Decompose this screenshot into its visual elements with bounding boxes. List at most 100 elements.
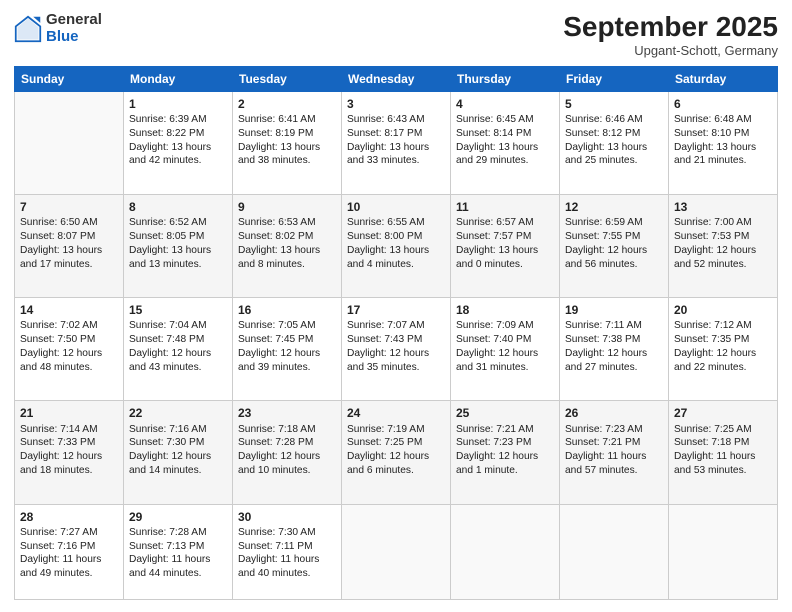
day-number: 6 [674,96,772,112]
cell-line: Daylight: 12 hours [347,347,445,361]
cell-line: Daylight: 12 hours [129,450,227,464]
cell-line: Daylight: 12 hours [238,450,336,464]
cell-line: and 13 minutes. [129,258,227,272]
header-row: Sunday Monday Tuesday Wednesday Thursday… [15,66,778,91]
cell-line: Sunrise: 7:02 AM [20,319,118,333]
cell-line: Daylight: 11 hours [238,553,336,567]
cell-line: Sunrise: 6:43 AM [347,113,445,127]
calendar-cell: 9Sunrise: 6:53 AMSunset: 8:02 PMDaylight… [233,195,342,298]
cell-line: Sunrise: 7:25 AM [674,423,772,437]
cell-line: Sunset: 8:17 PM [347,127,445,141]
cell-line: Sunrise: 7:05 AM [238,319,336,333]
cell-line: and 18 minutes. [20,464,118,478]
cell-line: and 49 minutes. [20,567,118,581]
calendar-cell: 22Sunrise: 7:16 AMSunset: 7:30 PMDayligh… [124,401,233,504]
day-number: 18 [456,302,554,318]
cell-line: and 39 minutes. [238,361,336,375]
col-sunday: Sunday [15,66,124,91]
logo-general: General [46,11,102,28]
cell-line: Sunrise: 6:39 AM [129,113,227,127]
cell-line: Sunrise: 6:45 AM [456,113,554,127]
cell-line: Sunrise: 7:14 AM [20,423,118,437]
col-monday: Monday [124,66,233,91]
day-number: 3 [347,96,445,112]
cell-line: Daylight: 13 hours [129,244,227,258]
cell-line: Sunrise: 7:07 AM [347,319,445,333]
cell-line: Daylight: 11 hours [565,450,663,464]
cell-line: Sunset: 8:07 PM [20,230,118,244]
cell-line: Daylight: 12 hours [674,244,772,258]
cell-line: Sunrise: 6:46 AM [565,113,663,127]
cell-line: and 56 minutes. [565,258,663,272]
calendar-cell: 8Sunrise: 6:52 AMSunset: 8:05 PMDaylight… [124,195,233,298]
cell-line: Sunrise: 7:28 AM [129,526,227,540]
calendar-cell: 24Sunrise: 7:19 AMSunset: 7:25 PMDayligh… [342,401,451,504]
cell-line: Daylight: 13 hours [456,141,554,155]
day-number: 2 [238,96,336,112]
cell-line: Daylight: 11 hours [20,553,118,567]
week-row-3: 14Sunrise: 7:02 AMSunset: 7:50 PMDayligh… [15,298,778,401]
cell-line: Sunset: 7:13 PM [129,540,227,554]
day-number: 26 [565,405,663,421]
day-number: 9 [238,199,336,215]
cell-line: Daylight: 13 hours [238,141,336,155]
cell-line: and 4 minutes. [347,258,445,272]
cell-line: Daylight: 12 hours [20,450,118,464]
week-row-2: 7Sunrise: 6:50 AMSunset: 8:07 PMDaylight… [15,195,778,298]
calendar-cell: 2Sunrise: 6:41 AMSunset: 8:19 PMDaylight… [233,91,342,194]
cell-line: and 8 minutes. [238,258,336,272]
day-number: 30 [238,509,336,525]
day-number: 21 [20,405,118,421]
day-number: 20 [674,302,772,318]
day-number: 16 [238,302,336,318]
cell-line: and 27 minutes. [565,361,663,375]
calendar-cell: 1Sunrise: 6:39 AMSunset: 8:22 PMDaylight… [124,91,233,194]
cell-line: Sunrise: 7:27 AM [20,526,118,540]
cell-line: and 40 minutes. [238,567,336,581]
day-number: 10 [347,199,445,215]
cell-line: and 25 minutes. [565,154,663,168]
cell-line: Sunset: 8:22 PM [129,127,227,141]
month-title: September 2025 [563,12,778,43]
cell-line: Sunset: 7:53 PM [674,230,772,244]
calendar-cell: 14Sunrise: 7:02 AMSunset: 7:50 PMDayligh… [15,298,124,401]
cell-line: Sunrise: 7:04 AM [129,319,227,333]
calendar-cell: 3Sunrise: 6:43 AMSunset: 8:17 PMDaylight… [342,91,451,194]
calendar-cell: 6Sunrise: 6:48 AMSunset: 8:10 PMDaylight… [669,91,778,194]
cell-line: Daylight: 13 hours [20,244,118,258]
day-number: 8 [129,199,227,215]
cell-line: and 53 minutes. [674,464,772,478]
cell-line: Sunset: 7:40 PM [456,333,554,347]
calendar-cell [669,504,778,599]
cell-line: Sunrise: 7:00 AM [674,216,772,230]
calendar-cell [560,504,669,599]
title-area: September 2025 Upgant-Schott, Germany [563,12,778,58]
subtitle: Upgant-Schott, Germany [563,43,778,58]
cell-line: Sunrise: 7:21 AM [456,423,554,437]
day-number: 11 [456,199,554,215]
cell-line: Sunset: 7:43 PM [347,333,445,347]
day-number: 17 [347,302,445,318]
calendar-cell: 15Sunrise: 7:04 AMSunset: 7:48 PMDayligh… [124,298,233,401]
calendar-table: Sunday Monday Tuesday Wednesday Thursday… [14,66,778,600]
cell-line: Sunset: 8:14 PM [456,127,554,141]
cell-line: Sunrise: 6:41 AM [238,113,336,127]
cell-line: Sunset: 8:12 PM [565,127,663,141]
col-wednesday: Wednesday [342,66,451,91]
cell-line: Sunset: 7:57 PM [456,230,554,244]
calendar-cell: 27Sunrise: 7:25 AMSunset: 7:18 PMDayligh… [669,401,778,504]
cell-line: Daylight: 13 hours [129,141,227,155]
cell-line: Daylight: 13 hours [347,244,445,258]
cell-line: Daylight: 12 hours [238,347,336,361]
cell-line: Sunrise: 6:57 AM [456,216,554,230]
cell-line: Sunset: 7:30 PM [129,436,227,450]
col-saturday: Saturday [669,66,778,91]
cell-line: Sunrise: 7:18 AM [238,423,336,437]
cell-line: Daylight: 13 hours [347,141,445,155]
cell-line: Sunset: 8:00 PM [347,230,445,244]
cell-line: and 44 minutes. [129,567,227,581]
logo-blue: Blue [46,28,79,45]
calendar-cell: 21Sunrise: 7:14 AMSunset: 7:33 PMDayligh… [15,401,124,504]
cell-line: Daylight: 12 hours [129,347,227,361]
day-number: 28 [20,509,118,525]
